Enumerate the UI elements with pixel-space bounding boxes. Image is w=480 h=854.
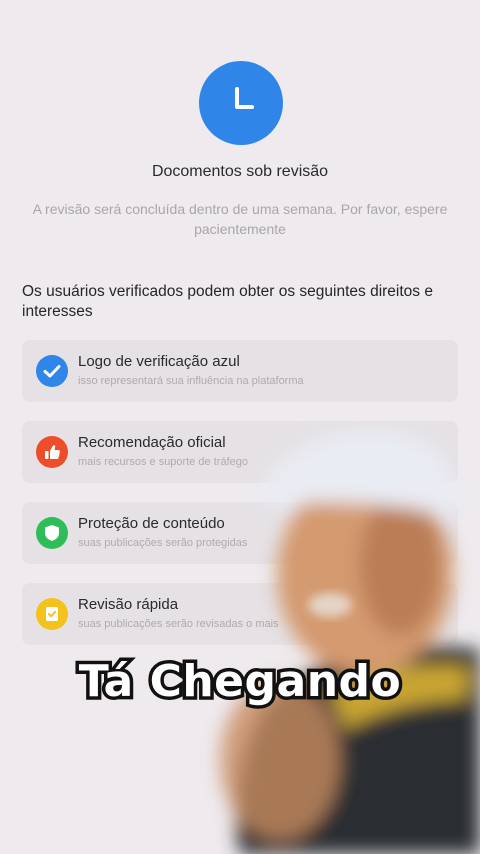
benefit-title: Recomendação oficial [78, 434, 226, 451]
benefit-card-fast-review: Revisão rápida suas publicações serão re… [22, 583, 458, 645]
benefit-title: Revisão rápida [78, 596, 179, 613]
benefit-description: mais recursos e suporte de tráfego [78, 456, 248, 468]
review-icon [36, 598, 68, 630]
video-caption: Tá Chegando [75, 653, 404, 711]
clock-icon [199, 61, 283, 145]
benefit-title: Logo de verificação azul [78, 353, 240, 370]
benefit-card-content-protection: Proteção de conteúdo suas publicações se… [22, 502, 458, 564]
blue-check-icon [36, 355, 68, 387]
benefit-description: isso representará sua influência na plat… [78, 375, 304, 387]
benefits-heading: Os usuários verificados podem obter os s… [22, 283, 433, 320]
benefit-card-official-recommendation: Recomendação oficial mais recursos e sup… [22, 421, 458, 483]
benefit-card-blue-badge: Logo de verificação azul isso representa… [22, 340, 458, 402]
review-subtitle: A revisão será concluída dentro de uma s… [32, 201, 448, 237]
page-title: Docomentos sob revisão [151, 163, 329, 180]
shield-icon [36, 517, 68, 549]
benefit-description: suas publicações serão revisadas o mais [78, 618, 279, 630]
benefit-description: suas publicações serão protegidas [78, 537, 248, 549]
thumbs-up-icon [36, 436, 68, 468]
benefit-title: Proteção de conteúdo [78, 515, 225, 532]
